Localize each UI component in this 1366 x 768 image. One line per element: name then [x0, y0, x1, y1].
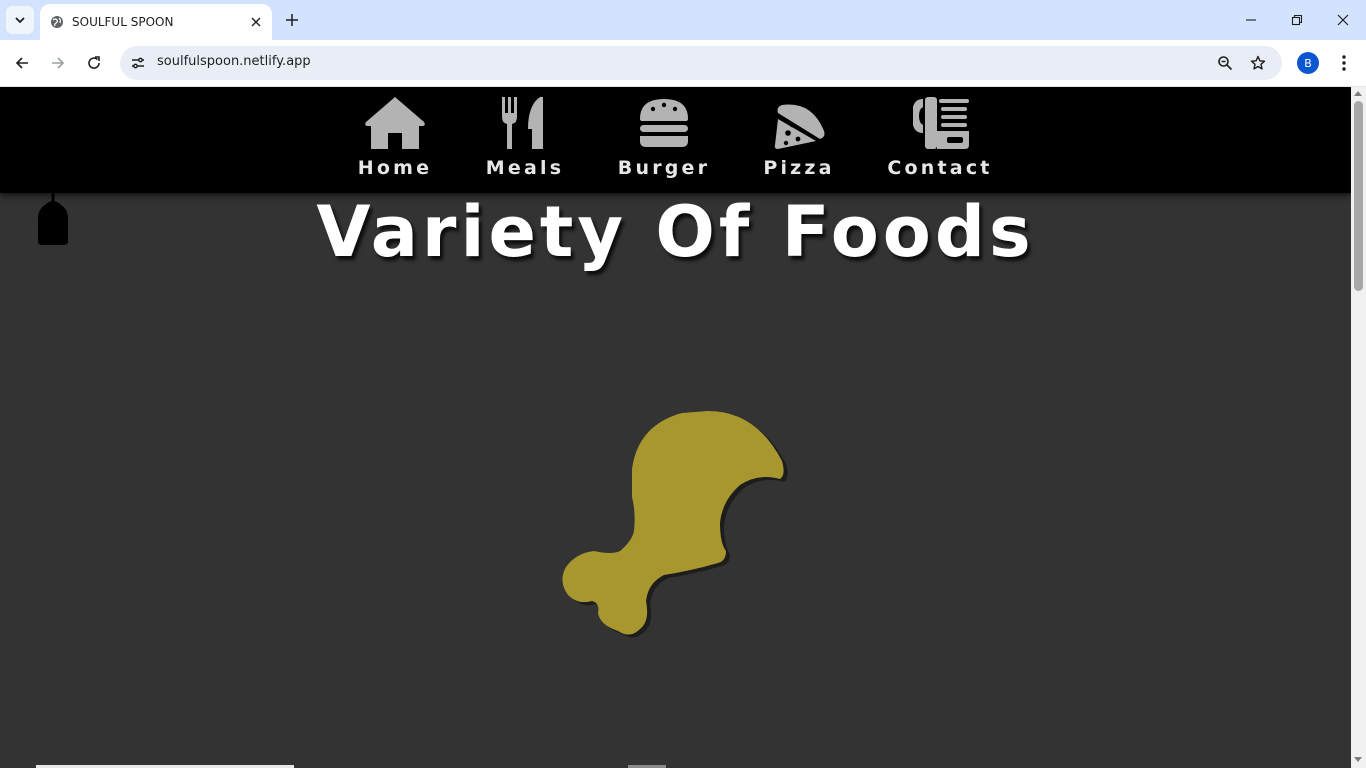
nav-label-meals: Meals [485, 157, 565, 179]
scroll-up-arrow-icon[interactable] [1354, 91, 1362, 96]
pizza-icon [774, 104, 825, 149]
site-info-button[interactable] [124, 49, 152, 77]
plus-icon [286, 14, 298, 26]
nav-item-meals[interactable]: Meals [485, 95, 565, 179]
tab-close-button[interactable] [244, 10, 268, 34]
nav-label-pizza: Pizza [763, 157, 835, 179]
forward-button[interactable] [43, 48, 73, 78]
drumstick-icon [562, 411, 788, 638]
browser-menu-button[interactable] [1331, 48, 1357, 78]
back-arrow-icon [15, 57, 28, 69]
nav-label-home: Home [357, 157, 433, 179]
zoom-button[interactable] [1211, 49, 1239, 77]
profile-avatar[interactable]: B [1297, 52, 1319, 74]
burger-icon [640, 99, 688, 147]
url-text: soulfulspoon.netlify.app [157, 54, 311, 69]
nav-item-contact[interactable]: Contact [887, 95, 993, 179]
scroll-down-arrow-icon[interactable] [1354, 757, 1362, 762]
tab-title: SOULFUL SPOON [72, 15, 174, 29]
address-bar[interactable]: soulfulspoon.netlify.app [120, 46, 1282, 80]
reload-button[interactable] [79, 48, 109, 78]
nav-label-burger: Burger [617, 157, 711, 179]
star-icon [1250, 55, 1266, 70]
kebab-menu-icon [1342, 55, 1346, 71]
reload-icon [88, 56, 100, 69]
nav-label-contact: Contact [887, 157, 993, 179]
browser-tab[interactable]: SOULFUL SPOON [40, 4, 272, 40]
close-icon [251, 17, 261, 27]
bookmark-button[interactable] [1244, 49, 1272, 77]
restore-button[interactable] [1274, 0, 1320, 40]
browser-toolbar: soulfulspoon.netlify.app B [0, 40, 1366, 87]
tab-search-button[interactable] [6, 6, 34, 34]
nav-item-pizza[interactable]: Pizza [763, 95, 835, 179]
fork-knife-icon [502, 97, 543, 149]
window-close-button[interactable] [1320, 0, 1366, 40]
minimize-icon [1246, 19, 1256, 21]
phone-fax-icon [913, 97, 969, 149]
browser-tab-strip: SOULFUL SPOON [0, 0, 1366, 40]
tab-search-icon [15, 17, 25, 24]
scrollbar-thumb[interactable] [1354, 101, 1363, 291]
zoom-icon [1218, 56, 1233, 71]
site-navigation: Home Meals Burger Pizza Contact [0, 87, 1351, 193]
back-button[interactable] [7, 48, 37, 78]
window-close-icon [1337, 14, 1349, 26]
hero-title: Variety Of Foods [316, 191, 1035, 273]
site-info-icon [132, 57, 144, 69]
nav-item-burger[interactable]: Burger [617, 95, 711, 179]
nav-item-home[interactable]: Home [357, 95, 433, 179]
globe-icon [51, 16, 63, 28]
restore-icon [1291, 14, 1303, 26]
vertical-scrollbar[interactable] [1351, 87, 1366, 768]
new-tab-button[interactable] [278, 6, 306, 34]
forward-arrow-icon [52, 57, 65, 69]
house-icon [365, 97, 425, 149]
minimize-button[interactable] [1228, 0, 1274, 40]
page-viewport: Home Meals Burger Pizza Contact Variety … [0, 87, 1351, 768]
